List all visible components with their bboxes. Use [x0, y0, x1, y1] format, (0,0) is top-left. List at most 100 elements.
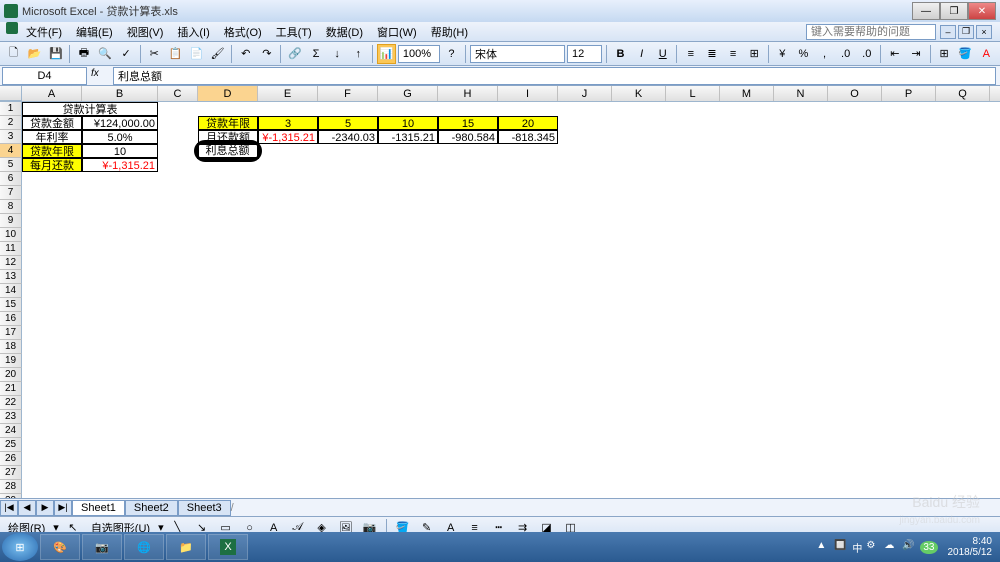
cell-empty[interactable]	[158, 424, 198, 438]
cell-empty[interactable]	[612, 158, 666, 172]
align-left-icon[interactable]: ≡	[681, 44, 700, 64]
cell-empty[interactable]	[612, 326, 666, 340]
cell-empty[interactable]	[82, 172, 158, 186]
cell-empty[interactable]	[378, 298, 438, 312]
menu-data[interactable]: 数据(D)	[320, 22, 369, 42]
cell-empty[interactable]	[198, 424, 258, 438]
cell-empty[interactable]	[318, 284, 378, 298]
cell-empty[interactable]	[22, 298, 82, 312]
cell-empty[interactable]	[198, 340, 258, 354]
cell-empty[interactable]	[378, 326, 438, 340]
cell-empty[interactable]	[882, 382, 936, 396]
cell-empty[interactable]	[318, 452, 378, 466]
cell-empty[interactable]	[258, 256, 318, 270]
cell-empty[interactable]	[774, 298, 828, 312]
cell-empty[interactable]	[258, 102, 318, 116]
cell-empty[interactable]	[936, 242, 990, 256]
cell-B5[interactable]: ¥-1,315.21	[82, 158, 158, 172]
cell-empty[interactable]	[82, 270, 158, 284]
cell-empty[interactable]	[378, 172, 438, 186]
cell-empty[interactable]	[666, 284, 720, 298]
cell-empty[interactable]	[612, 214, 666, 228]
cell-empty[interactable]	[22, 214, 82, 228]
cell-empty[interactable]	[882, 284, 936, 298]
cell-empty[interactable]	[158, 284, 198, 298]
cell-empty[interactable]	[198, 256, 258, 270]
col-header-C[interactable]: C	[158, 86, 198, 101]
cell-empty[interactable]	[198, 438, 258, 452]
cell-empty[interactable]	[158, 382, 198, 396]
cell-empty[interactable]	[22, 200, 82, 214]
cell-empty[interactable]	[498, 270, 558, 284]
undo-icon[interactable]: ↶	[236, 44, 255, 64]
cell-empty[interactable]	[198, 312, 258, 326]
cell-empty[interactable]	[158, 200, 198, 214]
cell-empty[interactable]	[936, 466, 990, 480]
cell-empty[interactable]	[882, 256, 936, 270]
cell-empty[interactable]	[82, 466, 158, 480]
menu-window[interactable]: 窗口(W)	[371, 22, 423, 42]
col-header-A[interactable]: A	[22, 86, 82, 101]
cell-empty[interactable]	[198, 172, 258, 186]
cell-empty[interactable]	[720, 452, 774, 466]
cell-A2[interactable]: 贷款金额	[22, 116, 82, 130]
cell-empty[interactable]	[318, 396, 378, 410]
cell-empty[interactable]	[828, 214, 882, 228]
cell-H2[interactable]: 15	[438, 116, 498, 130]
cell-empty[interactable]	[666, 158, 720, 172]
cell-empty[interactable]	[882, 200, 936, 214]
cell-empty[interactable]	[612, 396, 666, 410]
cell-empty[interactable]	[318, 242, 378, 256]
cell-empty[interactable]	[318, 158, 378, 172]
cell-empty[interactable]	[774, 452, 828, 466]
cell-empty[interactable]	[318, 172, 378, 186]
cell-empty[interactable]	[882, 116, 936, 130]
cell-empty[interactable]	[666, 480, 720, 494]
col-header-B[interactable]: B	[82, 86, 158, 101]
cell-empty[interactable]	[558, 424, 612, 438]
menu-help[interactable]: 帮助(H)	[425, 22, 474, 42]
cell-A4[interactable]: 贷款年限	[22, 144, 82, 158]
cell-empty[interactable]	[318, 214, 378, 228]
tray-lang[interactable]: 中	[852, 540, 862, 555]
cell-F3[interactable]: -2340.03	[318, 130, 378, 144]
cell-empty[interactable]	[720, 424, 774, 438]
cell-empty[interactable]	[558, 368, 612, 382]
cell-empty[interactable]	[666, 186, 720, 200]
cell-empty[interactable]	[936, 158, 990, 172]
cell-empty[interactable]	[774, 480, 828, 494]
sort-desc-icon[interactable]: ↑	[349, 44, 368, 64]
cell-empty[interactable]	[612, 466, 666, 480]
cell-empty[interactable]	[612, 368, 666, 382]
cell-empty[interactable]	[198, 480, 258, 494]
cell-empty[interactable]	[22, 354, 82, 368]
cell-empty[interactable]	[882, 424, 936, 438]
row-header-23[interactable]: 23	[0, 410, 22, 424]
help-search-input[interactable]	[806, 24, 936, 40]
cell-empty[interactable]	[22, 172, 82, 186]
cell-empty[interactable]	[666, 214, 720, 228]
cell-empty[interactable]	[936, 312, 990, 326]
cell-empty[interactable]	[438, 186, 498, 200]
cell-empty[interactable]	[720, 312, 774, 326]
cell-empty[interactable]	[882, 242, 936, 256]
tray-icon-2[interactable]: 🔲	[834, 540, 848, 554]
cell-empty[interactable]	[612, 186, 666, 200]
cell-empty[interactable]	[720, 382, 774, 396]
tray-icon-4[interactable]: ☁	[884, 540, 898, 554]
cell-empty[interactable]	[158, 130, 198, 144]
doc-close-button[interactable]: ×	[976, 25, 992, 39]
cell-empty[interactable]	[558, 410, 612, 424]
font-select[interactable]	[470, 45, 565, 63]
cell-empty[interactable]	[158, 452, 198, 466]
preview-icon[interactable]: 🔍	[95, 44, 114, 64]
cell-empty[interactable]	[158, 312, 198, 326]
cell-empty[interactable]	[498, 326, 558, 340]
row-header-28[interactable]: 28	[0, 480, 22, 494]
cell-empty[interactable]	[318, 102, 378, 116]
col-header-P[interactable]: P	[882, 86, 936, 101]
cut-icon[interactable]: ✂	[145, 44, 164, 64]
cell-empty[interactable]	[498, 438, 558, 452]
cell-empty[interactable]	[258, 284, 318, 298]
row-header-8[interactable]: 8	[0, 200, 22, 214]
